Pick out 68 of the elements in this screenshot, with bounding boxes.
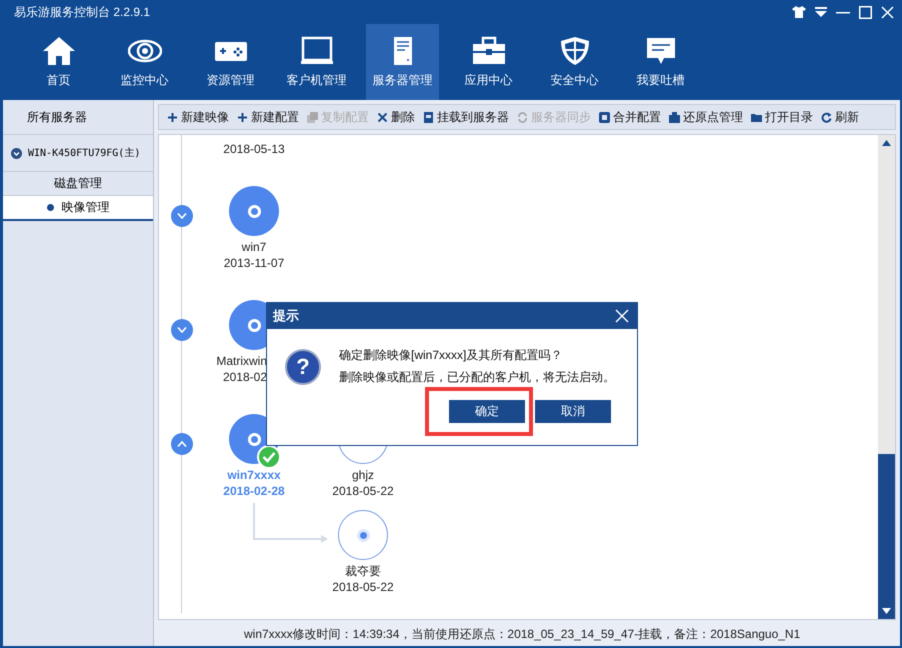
toolbar-button[interactable]: 删除 [373, 108, 419, 126]
nav-tab[interactable]: 资源管理 [194, 24, 267, 100]
config-disc-icon[interactable] [338, 510, 388, 560]
toolbar-button[interactable]: 挂载到服务器 [419, 108, 513, 126]
chevron-icon[interactable] [11, 148, 22, 158]
expand-button[interactable] [171, 205, 193, 227]
config-date: 2018-05-22 [331, 579, 395, 595]
nav-tab[interactable]: 首页 [22, 24, 95, 100]
monitor-icon [300, 36, 334, 66]
dialog-message: 确定删除映像[win7xxxx]及其所有配置吗？ [339, 347, 564, 364]
copy-icon [307, 112, 318, 122]
config-name: 裁夺要 [344, 563, 382, 579]
config-name: ghjz [350, 467, 375, 483]
refresh-icon [821, 112, 832, 122]
image-date: 2018-05-13 [222, 141, 286, 157]
merge-icon [599, 112, 610, 122]
nav-tab[interactable]: 我要吐槽 [624, 24, 697, 100]
image-date: 2018-02 [222, 369, 267, 385]
chevron-icon [177, 213, 187, 219]
scrollbar[interactable] [878, 135, 895, 619]
mount-icon [423, 112, 434, 122]
toolbox-icon [472, 36, 506, 66]
toolbar-button[interactable]: 打开目录 [747, 108, 817, 126]
sync-icon [517, 112, 528, 122]
folder-icon [751, 112, 762, 122]
dialog-button[interactable]: 确定 [449, 400, 525, 423]
window-title: 易乐游服务控制台 2.2.9.1 [14, 4, 150, 20]
image-name: win7xxxx [226, 467, 282, 483]
dialog-title: 提示 [273, 307, 299, 325]
image-date: 2013-11-07 [222, 255, 286, 271]
sidebar-item[interactable]: 映像管理 [3, 196, 153, 221]
config-date: 2018-05-22 [331, 483, 395, 499]
nav-tab[interactable]: 客户机管理 [280, 24, 353, 100]
plus-icon [167, 112, 178, 122]
toolbar-button[interactable]: 刷新 [817, 108, 863, 126]
question-icon: ? [285, 348, 321, 384]
image-name: Matrixwin [215, 353, 267, 369]
nav-tab[interactable]: 服务器管理 [366, 24, 439, 100]
home-icon [42, 36, 76, 66]
chevron-icon [177, 327, 187, 333]
close-icon [377, 112, 388, 122]
nav-tab[interactable]: 监控中心 [108, 24, 181, 100]
toolbar-button[interactable]: 合并配置 [595, 108, 665, 126]
sidebar-header: 所有服务器 [3, 100, 153, 135]
shirt-icon[interactable] [792, 6, 806, 18]
close-icon[interactable] [615, 309, 629, 323]
toolbar-button[interactable]: 新建映像 [163, 108, 233, 126]
image-name: win7 [240, 239, 268, 255]
image-date: 2018-02-28 [222, 483, 286, 499]
scroll-down-icon[interactable] [882, 608, 891, 614]
nav-tab[interactable]: 应用中心 [452, 24, 525, 100]
expand-button[interactable] [171, 319, 193, 341]
maximize-icon[interactable] [859, 6, 872, 18]
chevron-icon [177, 441, 187, 447]
nav-tab[interactable]: 安全中心 [538, 24, 611, 100]
restore-icon [669, 112, 680, 122]
expand-button[interactable] [171, 433, 193, 455]
server-label: WIN-K450FTU79FG(主) [28, 146, 140, 160]
server-item[interactable]: WIN-K450FTU79FG(主) [3, 135, 153, 172]
scroll-up-icon[interactable] [882, 140, 891, 146]
dialog-message: 删除映像或配置后，已分配的客户机，将无法启动。 [339, 369, 615, 386]
dialog-button[interactable]: 取消 [535, 400, 611, 423]
close-icon[interactable] [881, 6, 894, 18]
plus-icon [237, 112, 248, 122]
status-text: win7xxxx修改时间：14:39:34，当前使用还原点：2018_05_23_14_59_47-挂载，备注：2018Sanguo_N1 [243, 626, 802, 643]
toolbar-button[interactable]: 新建配置 [233, 108, 303, 126]
dropdown-icon[interactable] [815, 7, 827, 17]
toolbar-button[interactable]: 还原点管理 [665, 108, 747, 126]
